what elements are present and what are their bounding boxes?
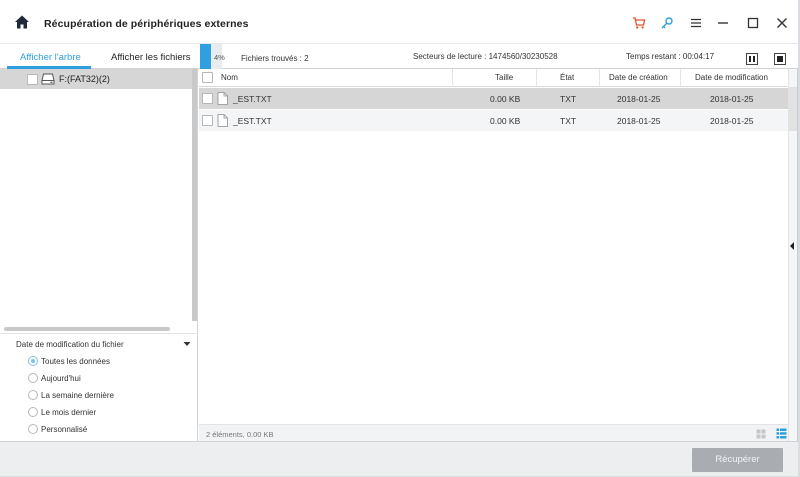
column-header-size[interactable]: Taille <box>495 73 513 82</box>
grid-view-icon[interactable] <box>756 429 766 439</box>
list-view-icon[interactable] <box>776 428 787 439</box>
column-header-type[interactable]: État <box>560 73 574 82</box>
pause-button[interactable] <box>746 53 758 65</box>
tree-item-label: F:(FAT32)(2) <box>59 74 110 84</box>
cell-size: 0.00 KB <box>490 116 521 126</box>
filter-radio[interactable] <box>28 407 38 417</box>
cell-modified: 2018-01-25 <box>710 116 754 126</box>
menu-icon[interactable] <box>689 16 703 30</box>
filter-radio[interactable] <box>28 373 38 383</box>
date-filter-panel: Date de modification du fichier Toutes l… <box>0 333 198 441</box>
window-title: Récupération de périphériques externes <box>44 18 249 30</box>
cell-modified: 2018-01-25 <box>710 94 754 104</box>
drive-icon <box>41 73 55 85</box>
file-list-panel: Nom Taille État Date de création Date de… <box>199 69 788 441</box>
tree-horizontal-scrollbar[interactable] <box>4 327 170 331</box>
tree-panel: F:(FAT32)(2) Date de modification du fic… <box>0 69 198 441</box>
cell-size: 0.00 KB <box>490 94 521 104</box>
tree-vertical-scrollbar[interactable] <box>192 69 197 321</box>
stop-button[interactable] <box>774 53 786 65</box>
filter-radio[interactable] <box>28 356 38 366</box>
select-all-checkbox[interactable] <box>202 72 213 83</box>
sectors-read: Secteurs de lecture : 1474560/30230528 <box>413 52 558 61</box>
column-header-name[interactable]: Nom <box>221 73 238 82</box>
filter-option-label: Aujourd'hui <box>41 374 81 383</box>
filter-option-label: Toutes les données <box>41 357 110 366</box>
cell-created: 2018-01-25 <box>617 94 661 104</box>
tree-item-checkbox[interactable] <box>27 74 38 85</box>
column-divider[interactable] <box>599 69 600 87</box>
column-header-modified[interactable]: Date de modification <box>695 73 768 82</box>
files-found-count: Fichiers trouvés : 2 <box>241 54 309 63</box>
chevron-down-icon[interactable] <box>183 341 191 347</box>
time-remaining: Temps restant : 00:04:17 <box>626 52 715 61</box>
table-header: Nom Taille État Date de création Date de… <box>199 69 788 87</box>
date-filter-title: Date de modification du fichier <box>16 340 124 349</box>
column-header-created[interactable]: Date de création <box>609 73 668 82</box>
table-row[interactable]: _EST.TXT 0.00 KB TXT 2018-01-25 2018-01-… <box>199 110 788 131</box>
tab-file-view[interactable]: Afficher les fichiers <box>111 52 191 63</box>
file-icon <box>217 114 228 127</box>
column-divider[interactable] <box>452 69 453 87</box>
minimize-icon[interactable] <box>716 16 730 30</box>
column-divider[interactable] <box>680 69 681 87</box>
filter-radio[interactable] <box>28 424 38 434</box>
cell-created: 2018-01-25 <box>617 116 661 126</box>
filter-option-label: Le mois dernier <box>41 408 97 417</box>
close-icon[interactable] <box>775 16 789 30</box>
key-icon[interactable] <box>660 16 674 30</box>
file-list-scrollbar-thumb[interactable] <box>788 87 797 131</box>
file-icon <box>217 92 228 105</box>
cell-name: _EST.TXT <box>233 116 272 126</box>
scan-progress-percent: 4% <box>214 53 225 62</box>
table-row[interactable]: _EST.TXT 0.00 KB TXT 2018-01-25 2018-01-… <box>199 88 788 109</box>
recover-button[interactable]: Récupérer <box>692 448 783 472</box>
scan-toolbar: Afficher l'arbre Afficher les fichiers 4… <box>0 44 798 69</box>
app-window: Récupération de périphériques externes A… <box>0 0 798 476</box>
status-bar: 2 éléments, 0.00 KB <box>199 424 788 441</box>
row-checkbox[interactable] <box>202 93 213 104</box>
filter-option-label: Personnalisé <box>41 425 88 434</box>
cell-name: _EST.TXT <box>233 94 272 104</box>
pause-icon <box>749 56 751 62</box>
tree-item-drive[interactable]: F:(FAT32)(2) <box>0 69 192 89</box>
column-divider[interactable] <box>536 69 537 87</box>
stop-icon <box>777 56 783 62</box>
cell-type: TXT <box>560 94 577 104</box>
filter-option-label: La semaine dernière <box>41 391 114 400</box>
cell-type: TXT <box>560 116 577 126</box>
cart-icon[interactable] <box>632 16 646 30</box>
collapse-panel-arrow-icon[interactable] <box>790 242 794 250</box>
footer-bar: Récupérer <box>0 441 798 476</box>
filter-radio[interactable] <box>28 390 38 400</box>
scan-progress-fill <box>200 44 211 69</box>
pause-icon <box>753 56 755 62</box>
row-checkbox[interactable] <box>202 115 213 126</box>
title-bar: Récupération de périphériques externes <box>0 0 798 44</box>
status-summary: 2 éléments, 0.00 KB <box>206 430 274 439</box>
home-icon[interactable] <box>14 14 30 30</box>
maximize-icon[interactable] <box>746 16 760 30</box>
tab-tree-view[interactable]: Afficher l'arbre <box>20 52 81 63</box>
